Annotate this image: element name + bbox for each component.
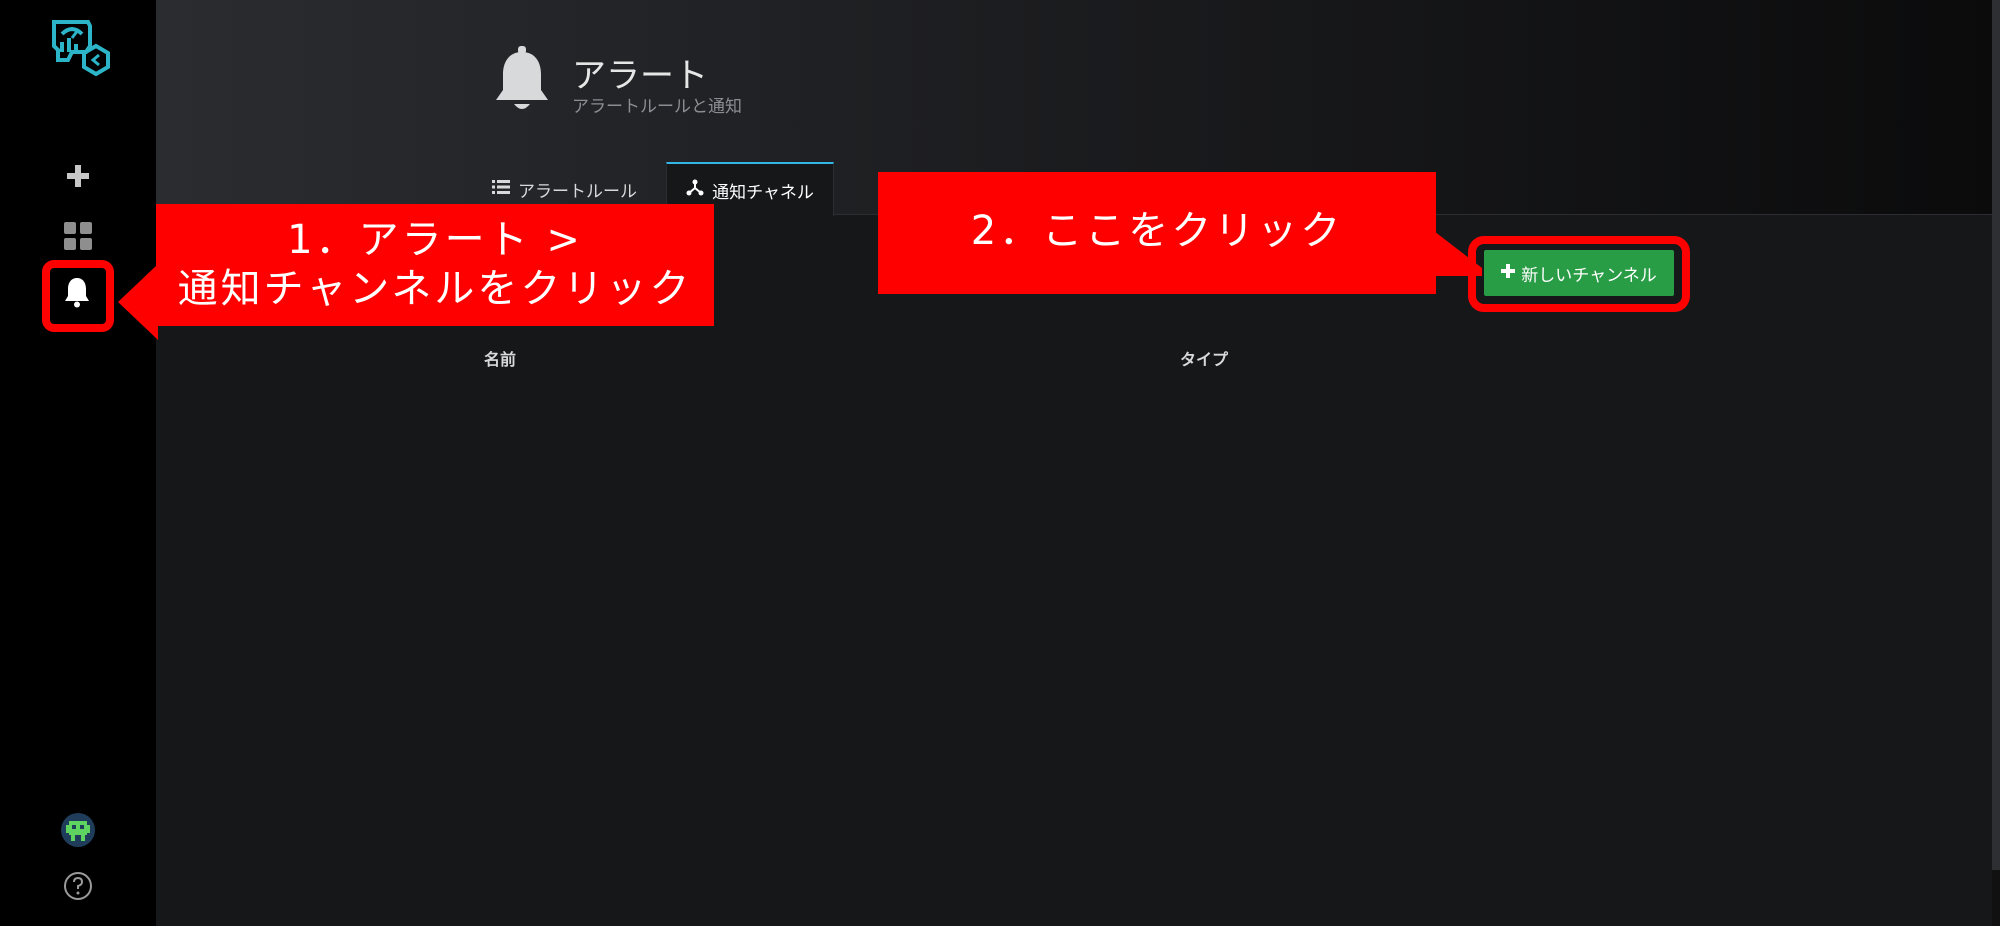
column-header-type: タイプ [1180,350,1229,369]
column-header-name: 名前 [484,350,517,369]
sidebar-item-help[interactable] [48,860,108,916]
tab-label: 通知チャネル [712,182,814,203]
sidebar-item-profile[interactable] [48,804,108,860]
grid-icon [63,221,93,255]
bell-icon [494,46,550,118]
page-subtitle: アラートルールと通知 [572,97,742,117]
sidebar [0,0,156,926]
annotation-step-1-line-2: 通知チャンネルをクリック [177,266,693,312]
annotation-step-1-line-1: 1．アラート > [287,217,583,263]
sidebar-item-add[interactable] [48,150,108,206]
app-root: アラート アラートルールと通知 アラートルール 通知チャネル 名前 タイプ 新し… [0,0,2000,926]
callout-pointer-1 [118,264,158,340]
tab-label: アラートルール [518,181,637,202]
highlight-new-channel-button [1468,236,1690,312]
plus-icon [66,164,90,192]
page-title: アラート [572,56,708,96]
annotation-step-1: 1．アラート > 通知チャンネルをクリック [156,204,714,326]
avatar-icon [61,813,95,851]
share-icon [686,179,704,202]
annotation-step-2: 2．ここをクリック [878,172,1436,294]
sidebar-item-dashboards[interactable] [48,210,108,266]
scrollbar-thumb[interactable] [1992,0,2000,870]
highlight-sidebar-alerting [42,260,114,332]
list-icon [492,179,510,200]
question-icon [63,871,93,905]
grafana-logo-icon[interactable] [48,16,114,78]
